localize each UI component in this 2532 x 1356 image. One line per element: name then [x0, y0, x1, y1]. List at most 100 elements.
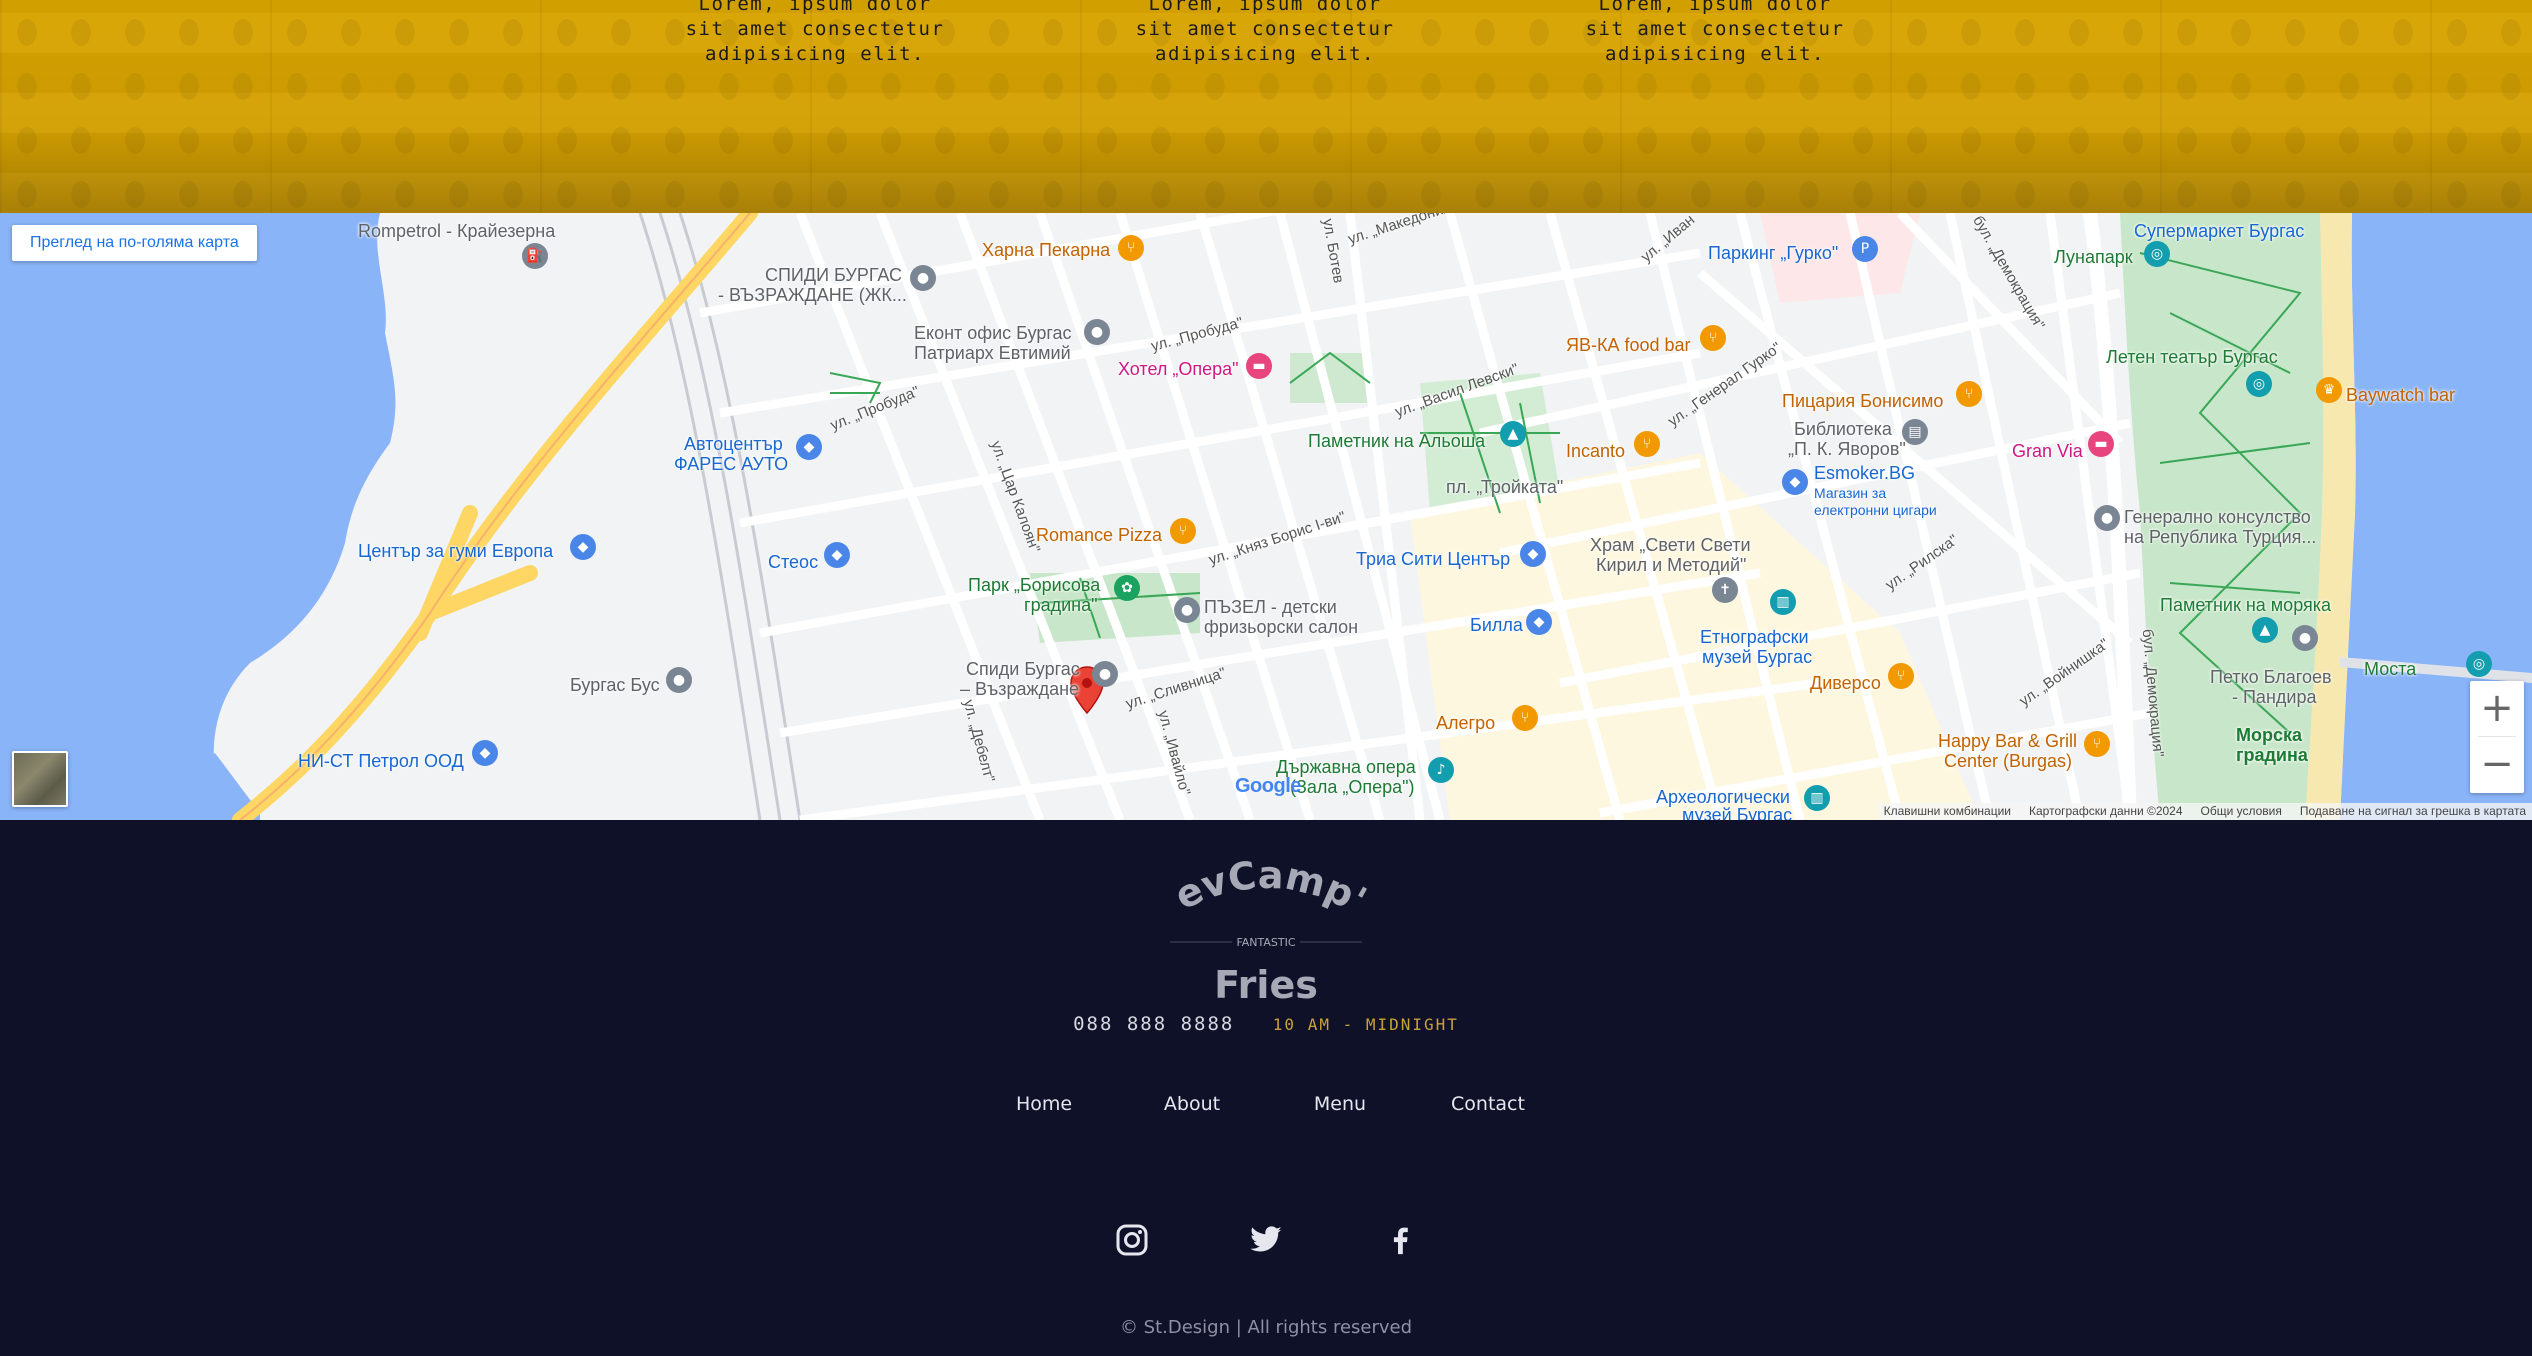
poi-econt2[interactable]: Патриарх Евтимий [914, 343, 1071, 363]
billa-pin-icon[interactable]: ◆ [1526, 609, 1552, 635]
report-error-link[interactable]: Подаване на сигнал за грешка в картата [2300, 803, 2526, 820]
nav-about-link[interactable]: About [1118, 1093, 1266, 1115]
archaeo-pin-icon[interactable]: ▥ [1804, 785, 1830, 811]
poi-opera2[interactable]: (Зала „Опера") [1290, 777, 1415, 797]
poi-speedy-vaz4[interactable]: – Възраждане [960, 679, 1079, 699]
food-pin-icon[interactable]: ⑂ [1700, 325, 1726, 351]
facebook-icon[interactable] [1383, 1223, 1417, 1257]
poi-speedy-vaz[interactable]: СПИДИ БУРГАС [765, 265, 902, 285]
happy-pin-icon[interactable]: ⑂ [2084, 731, 2110, 757]
museum-pin-icon[interactable]: ▥ [1770, 589, 1796, 615]
poi-opera[interactable]: Държавна опера [1276, 757, 1416, 777]
poi-gran-via[interactable]: Gran Via [2012, 441, 2083, 461]
poi-guma[interactable]: Център за гуми Европа [358, 541, 553, 561]
gas2-pin-icon[interactable]: ◆ [472, 740, 498, 766]
speedy2-pin-icon[interactable]: ● [1092, 661, 1118, 687]
poi-burgas-bus[interactable]: Бургас Бус [570, 675, 660, 695]
salon-pin-icon[interactable]: ● [1174, 597, 1200, 623]
shop-pin-icon[interactable]: ◆ [824, 542, 850, 568]
baywatch-pin-icon[interactable]: ♛ [2316, 377, 2342, 403]
car-pin-icon[interactable]: ◆ [796, 434, 822, 460]
poi-archaeo[interactable]: Археологически [1656, 787, 1790, 807]
poi-incanto[interactable]: Incanto [1566, 441, 1625, 461]
park-pin-icon[interactable]: ✿ [1114, 575, 1140, 601]
opera-pin-icon[interactable]: ♪ [1428, 757, 1454, 783]
poi-puzel2[interactable]: фризьорски салон [1204, 617, 1358, 637]
gas-pin-icon[interactable]: ⛽ [522, 243, 548, 269]
most-pin-icon[interactable]: ◎ [2466, 651, 2492, 677]
poi-sailor[interactable]: Паметник на моряка [2160, 595, 2331, 615]
poi-most[interactable]: Моста [2364, 659, 2416, 679]
bonisimo-pin-icon[interactable]: ⑂ [1956, 381, 1982, 407]
poi-allegro[interactable]: Алегро [1436, 713, 1495, 733]
poi-gurko[interactable]: Паркинг „Гурко" [1708, 243, 1838, 263]
consulate-pin-icon[interactable]: ● [2094, 505, 2120, 531]
poi-consulate[interactable]: Генерално консулство [2124, 507, 2311, 527]
nav-menu-link[interactable]: Menu [1266, 1093, 1414, 1115]
poi-steos[interactable]: Стеос [768, 552, 818, 572]
poi-park2[interactable]: градина" [1024, 595, 1098, 615]
theatre-pin-icon[interactable]: ◎ [2246, 371, 2272, 397]
petko-pin-icon[interactable]: ● [2292, 625, 2318, 651]
view-larger-map-button[interactable]: Преглед на по-голяма карта [12, 225, 257, 261]
poi-sea-garden2[interactable]: градина [2236, 745, 2308, 765]
poi-opera-hotel[interactable]: Хотел „Опера" [1118, 359, 1239, 379]
google-map[interactable]: Преглед на по-голяма карта ⛽ Rompetrol -… [0, 213, 2532, 820]
devcamps-fries-logo[interactable]: DevCamp's FANTASTIC Fries [1150, 838, 1382, 1008]
bus-pin-icon[interactable]: ● [666, 667, 692, 693]
poi-happy[interactable]: Happy Bar & Grill [1938, 731, 2077, 751]
poi-avtocentar[interactable]: Автоцентър [684, 434, 783, 454]
poi-lunapark[interactable]: Лунапарк [2054, 247, 2133, 267]
poi-triacity[interactable]: Триа Сити Център [1356, 549, 1510, 569]
esmoker-pin-icon[interactable]: ◆ [1782, 469, 1808, 495]
poi-yavka[interactable]: ЯВ-КА food bar [1566, 335, 1691, 355]
poi-econt[interactable]: Еконт офис Бургас [914, 323, 1072, 343]
terms-link[interactable]: Общи условия [2201, 803, 2282, 820]
poi-rompetrol[interactable]: Rompetrol - Крайезерна [358, 221, 555, 241]
poi-alyosha[interactable]: Паметник на Альоша [1308, 431, 1485, 451]
poi-library[interactable]: Библиотека [1794, 419, 1892, 439]
lunapark-pin-icon[interactable]: ◎ [2144, 241, 2170, 267]
satellite-toggle-button[interactable] [12, 751, 68, 807]
poi-speedy-vaz2[interactable]: - ВЪЗРАЖДАНЕ (ЖК... [718, 285, 907, 305]
poi-park[interactable]: Парк „Борисова [968, 575, 1100, 595]
poi-happy2[interactable]: Center (Burgas) [1944, 751, 2072, 771]
zoom-out-button[interactable]: − [2470, 737, 2524, 793]
parking-pin-icon[interactable]: P [1852, 236, 1878, 262]
church-pin-icon[interactable]: ✝ [1712, 577, 1738, 603]
allegro-pin-icon[interactable]: ⑂ [1512, 705, 1538, 731]
nav-contact-link[interactable]: Contact [1414, 1093, 1562, 1115]
poi-sea-garden[interactable]: Морска [2236, 725, 2302, 745]
poi-romance-pizza[interactable]: Romance Pizza [1036, 525, 1162, 545]
poi-ethno[interactable]: Етнографски [1700, 627, 1809, 647]
poi-esmoker3[interactable]: електронни цигари [1814, 500, 1937, 520]
poi-church2[interactable]: Кирил и Методий" [1596, 555, 1746, 575]
poi-summer[interactable]: Летен театър Бургас [2106, 347, 2278, 367]
pizza-pin-icon[interactable]: ⑂ [1170, 518, 1196, 544]
poi-bonisimo[interactable]: Пицария Бонисимо [1782, 391, 1943, 411]
poi-church[interactable]: Храм „Свети Свети [1590, 535, 1751, 555]
econt-pin-icon[interactable]: ● [1084, 319, 1110, 345]
poi-library2[interactable]: „П. К. Яворов" [1788, 439, 1906, 459]
twitter-icon[interactable] [1249, 1223, 1283, 1257]
phone-number[interactable]: 088 888 8888 [1073, 1013, 1234, 1035]
google-logo[interactable]: Google [1235, 775, 1301, 798]
poi-billa[interactable]: Билла [1470, 615, 1523, 635]
speedy-pin-icon[interactable]: ● [910, 265, 936, 291]
poi-harna[interactable]: Харна Пекарна [982, 240, 1110, 260]
diverso-pin-icon[interactable]: ⑂ [1888, 663, 1914, 689]
poi-baywatch[interactable]: Baywatch bar [2346, 385, 2455, 405]
poi-avtocentar2[interactable]: ФАРЕС АУТО [674, 454, 788, 474]
tire-pin-icon[interactable]: ◆ [570, 534, 596, 560]
hotel2-pin-icon[interactable]: ▬ [2088, 431, 2114, 457]
zoom-in-button[interactable]: + [2470, 681, 2524, 737]
poi-petko2[interactable]: - Пандира [2232, 687, 2316, 707]
bakery-pin-icon[interactable]: ⑂ [1118, 235, 1144, 261]
sailor-pin-icon[interactable]: ▲ [2252, 617, 2278, 643]
poi-diverso[interactable]: Диверсо [1810, 673, 1881, 693]
poi-esmoker[interactable]: Esmoker.BG [1814, 463, 1915, 483]
poi-ethno2[interactable]: музей Бургас [1702, 647, 1812, 667]
instagram-icon[interactable] [1115, 1223, 1149, 1257]
poi-puzel[interactable]: ПЪЗЕЛ - детски [1204, 597, 1337, 617]
poi-archaeo2[interactable]: музей Бургас [1682, 805, 1792, 820]
